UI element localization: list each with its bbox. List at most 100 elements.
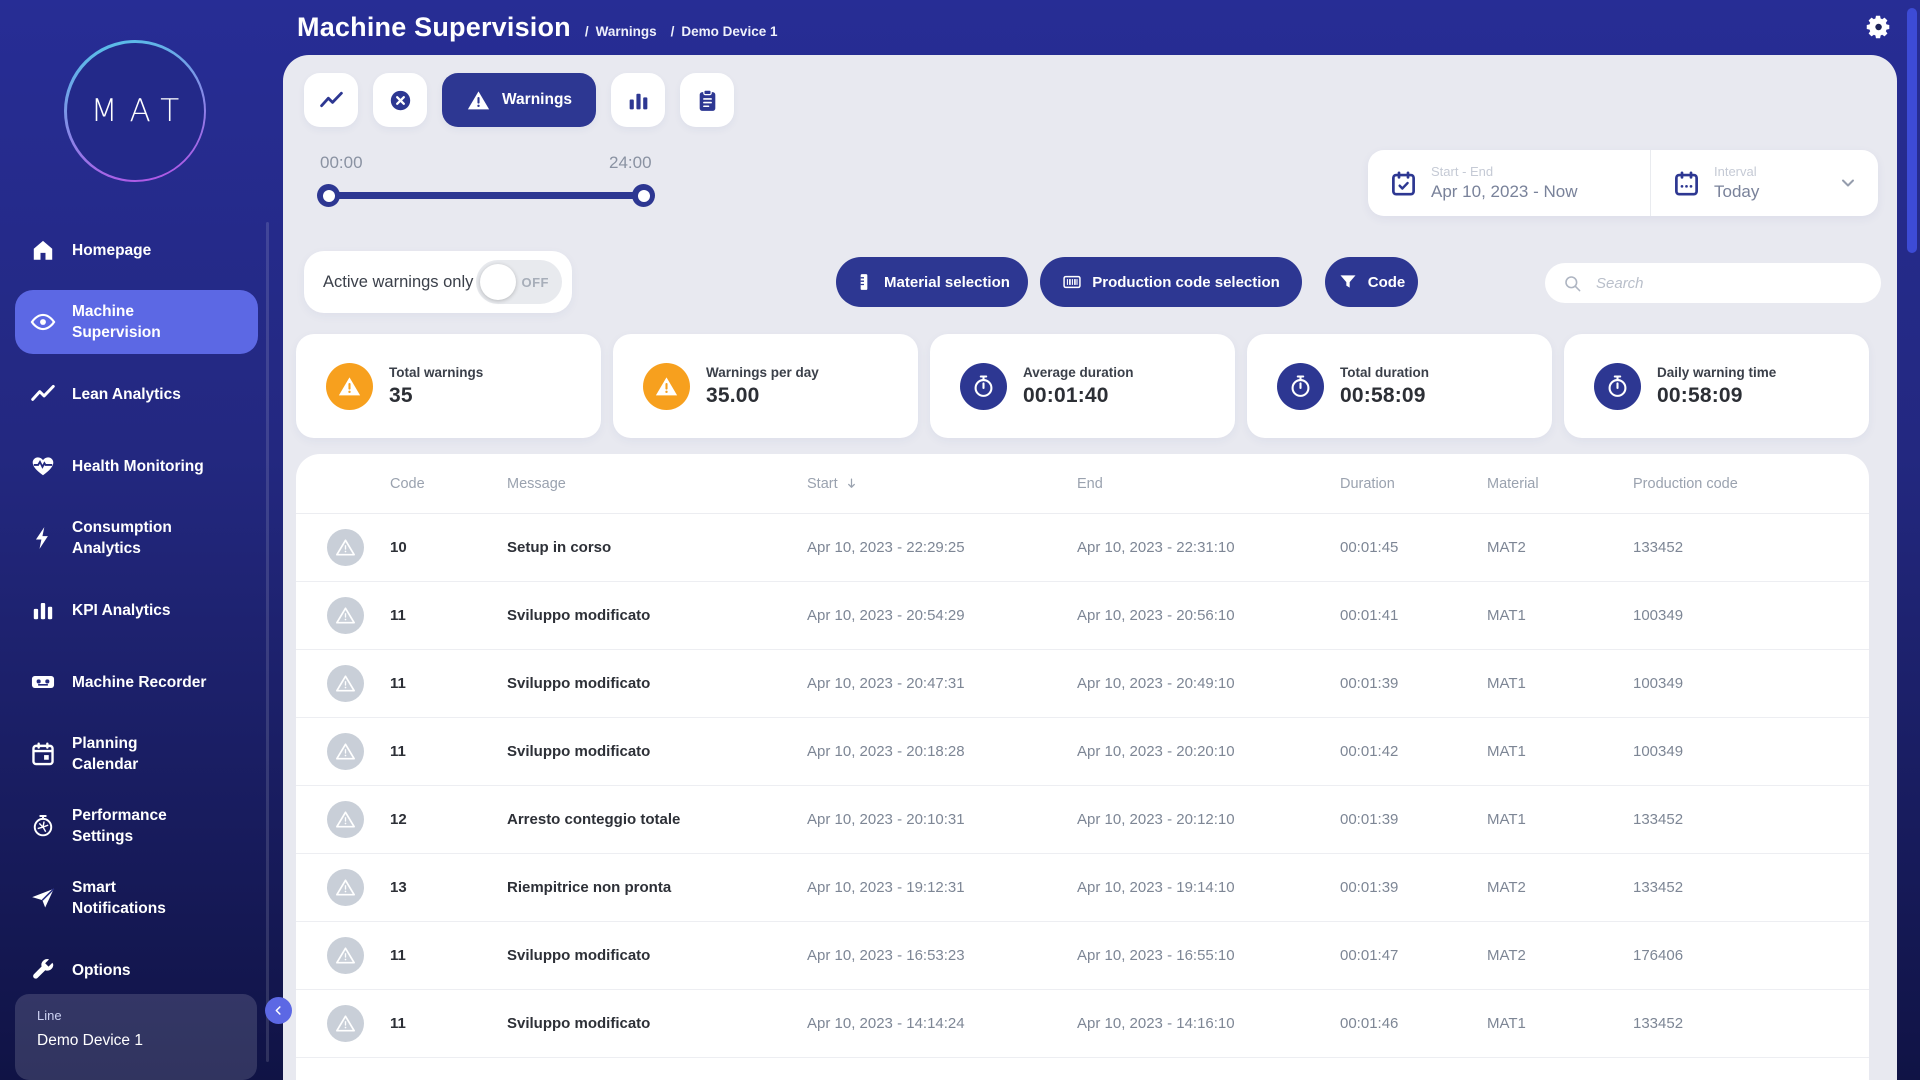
- search-box: [1545, 263, 1881, 303]
- table-row[interactable]: 13 Riempitrice non pronta Apr 10, 2023 -…: [296, 854, 1869, 922]
- logo-text: MAT: [90, 93, 192, 129]
- cell-start: Apr 10, 2023 - 19:12:31: [807, 879, 965, 896]
- search-input[interactable]: [1594, 273, 1867, 293]
- settings-gear-icon[interactable]: [1866, 14, 1892, 40]
- cell-code: 11: [390, 947, 406, 964]
- sidebar-item-lean-analytics[interactable]: Lean Analytics: [0, 358, 283, 430]
- date-range-picker[interactable]: Start - End Apr 10, 2023 - Now: [1368, 150, 1650, 216]
- warning-triangle-icon: [337, 374, 362, 399]
- table-row[interactable]: 10 Setup in corso Apr 10, 2023 - 22:29:2…: [296, 514, 1869, 582]
- sidebar-item-health-monitoring[interactable]: Health Monitoring: [0, 430, 283, 502]
- cell-message: Sviluppo modificato: [507, 675, 651, 692]
- time-range-slider[interactable]: [317, 184, 655, 207]
- sidebar-item-machine-recorder[interactable]: Machine Recorder: [0, 646, 283, 718]
- sidebar-item-label: KPI Analytics: [72, 601, 171, 619]
- cell-material: MAT1: [1487, 1015, 1526, 1032]
- table-row[interactable]: 11 Sviluppo modificato Apr 10, 2023 - 16…: [296, 922, 1869, 990]
- app-logo: MAT: [64, 40, 206, 182]
- page-scrollbar-thumb[interactable]: [1907, 8, 1917, 253]
- cell-production-code: 133452: [1633, 811, 1684, 828]
- column-header-production-code[interactable]: Production code: [1633, 476, 1845, 492]
- sidebar-scrollbar-track[interactable]: [266, 222, 269, 1062]
- table-row[interactable]: 11 Sviluppo modificato Apr 10, 2023 - 20…: [296, 582, 1869, 650]
- table-row[interactable]: 11 Sviluppo modificato Apr 10, 2023 - 20…: [296, 718, 1869, 786]
- funnel-icon: [1338, 272, 1358, 292]
- material-selection-label: Material selection: [884, 273, 1010, 291]
- sidebar-item-consumption-analytics[interactable]: Consumption Analytics: [0, 502, 283, 574]
- cell-duration: 00:01:39: [1340, 675, 1399, 692]
- chevron-down-icon: [1838, 173, 1858, 193]
- cell-duration: 00:01:42: [1340, 743, 1399, 760]
- cell-start: Apr 10, 2023 - 22:29:25: [807, 539, 965, 556]
- sidebar-item-label: Consumption Analytics: [72, 519, 172, 557]
- triangle-outline-icon: [334, 604, 357, 627]
- code-filter-button[interactable]: Code: [1325, 257, 1418, 307]
- cell-end: Apr 10, 2023 - 19:14:10: [1077, 879, 1235, 896]
- stopwatch-icon: [971, 374, 996, 399]
- table-row[interactable]: 11 Sviluppo modificato Apr 10, 2023 - 14…: [296, 990, 1869, 1058]
- sidebar-item-label: Lean Analytics: [72, 385, 181, 403]
- toggle-knob[interactable]: [480, 264, 516, 300]
- date-filter-card: Start - End Apr 10, 2023 - Now Interval …: [1368, 150, 1878, 216]
- cell-end: Apr 10, 2023 - 20:56:10: [1077, 607, 1235, 624]
- tab-x-circle[interactable]: [373, 73, 427, 127]
- cell-start: Apr 10, 2023 - 20:47:31: [807, 675, 965, 692]
- time-slider-start-label: 00:00: [320, 153, 363, 172]
- triangle-outline-icon: [334, 536, 357, 559]
- column-header-start[interactable]: Start: [807, 476, 1077, 492]
- sort-down-icon: [844, 476, 859, 491]
- breadcrumb-item[interactable]: / Warnings: [585, 24, 657, 39]
- column-header-duration[interactable]: Duration: [1340, 476, 1487, 492]
- breadcrumb-separator: /: [584, 24, 589, 39]
- material-selection-button[interactable]: Material selection: [836, 257, 1028, 307]
- sidebar-item-label: Performance Settings: [72, 807, 167, 845]
- triangle-outline-icon: [334, 944, 357, 967]
- page-title: Machine Supervision: [297, 12, 571, 42]
- cell-end: Apr 10, 2023 - 16:55:10: [1077, 947, 1235, 964]
- tab-warnings[interactable]: Warnings: [442, 73, 597, 127]
- tab-clipboard[interactable]: [680, 73, 735, 127]
- device-selector[interactable]: Line Demo Device 1: [15, 994, 257, 1080]
- slider-handle-start[interactable]: [317, 184, 340, 207]
- column-header-code[interactable]: Code: [390, 476, 507, 492]
- stopwatch-icon: [1605, 374, 1630, 399]
- cell-start: Apr 10, 2023 - 20:10:31: [807, 811, 965, 828]
- sidebar-item-label: Homepage: [72, 241, 152, 259]
- sidebar: MAT Homepage Machine Supervision Lean An…: [0, 0, 292, 1080]
- cell-start: Apr 10, 2023 - 16:53:23: [807, 947, 965, 964]
- sidebar-nav: Homepage Machine Supervision Lean Analyt…: [0, 214, 283, 1006]
- tab-bar-chart[interactable]: [611, 73, 666, 127]
- active-warnings-toggle[interactable]: OFF: [476, 260, 562, 304]
- cell-material: MAT1: [1487, 675, 1526, 692]
- sidebar-item-planning-calendar[interactable]: Planning Calendar: [0, 718, 283, 790]
- interval-select[interactable]: Interval Today: [1650, 150, 1878, 216]
- sidebar-item-kpi-analytics[interactable]: KPI Analytics: [0, 574, 283, 646]
- kpi-title: Daily warning time: [1657, 364, 1777, 380]
- cell-end: Apr 10, 2023 - 20:20:10: [1077, 743, 1235, 760]
- cell-production-code: 133452: [1633, 539, 1684, 556]
- kpi-title: Average duration: [1023, 364, 1134, 380]
- column-header-material[interactable]: Material: [1487, 476, 1633, 492]
- sidebar-collapse-button[interactable]: [265, 997, 292, 1024]
- sidebar-item-machine-supervision[interactable]: Machine Supervision: [0, 286, 283, 358]
- cell-message: Sviluppo modificato: [507, 947, 651, 964]
- breadcrumb-label: Demo Device 1: [681, 24, 778, 39]
- breadcrumb-item[interactable]: / Demo Device 1: [671, 24, 778, 39]
- sidebar-item-smart-notifications[interactable]: Smart Notifications: [0, 862, 283, 934]
- triangle-outline-icon: [334, 876, 357, 899]
- triangle-outline-icon: [334, 808, 357, 831]
- cell-material: MAT2: [1487, 947, 1526, 964]
- tab-line-chart[interactable]: [304, 73, 358, 127]
- production-code-selection-button[interactable]: Production code selection: [1040, 257, 1302, 307]
- cell-duration: 00:01:46: [1340, 1015, 1399, 1032]
- table-row[interactable]: 12 Arresto conteggio totale Apr 10, 2023…: [296, 786, 1869, 854]
- kpi-value: 00:01:40: [1023, 383, 1109, 407]
- sidebar-item-homepage[interactable]: Homepage: [0, 214, 283, 286]
- slider-handle-end[interactable]: [632, 184, 655, 207]
- table-row[interactable]: 11 Sviluppo modificato Apr 10, 2023 - 20…: [296, 650, 1869, 718]
- column-header-end[interactable]: End: [1077, 476, 1340, 492]
- table-header: Code Message Start End Duration Material…: [296, 454, 1869, 514]
- column-header-message[interactable]: Message: [507, 476, 807, 492]
- cell-message: Sviluppo modificato: [507, 607, 651, 624]
- sidebar-item-performance-settings[interactable]: Performance Settings: [0, 790, 283, 862]
